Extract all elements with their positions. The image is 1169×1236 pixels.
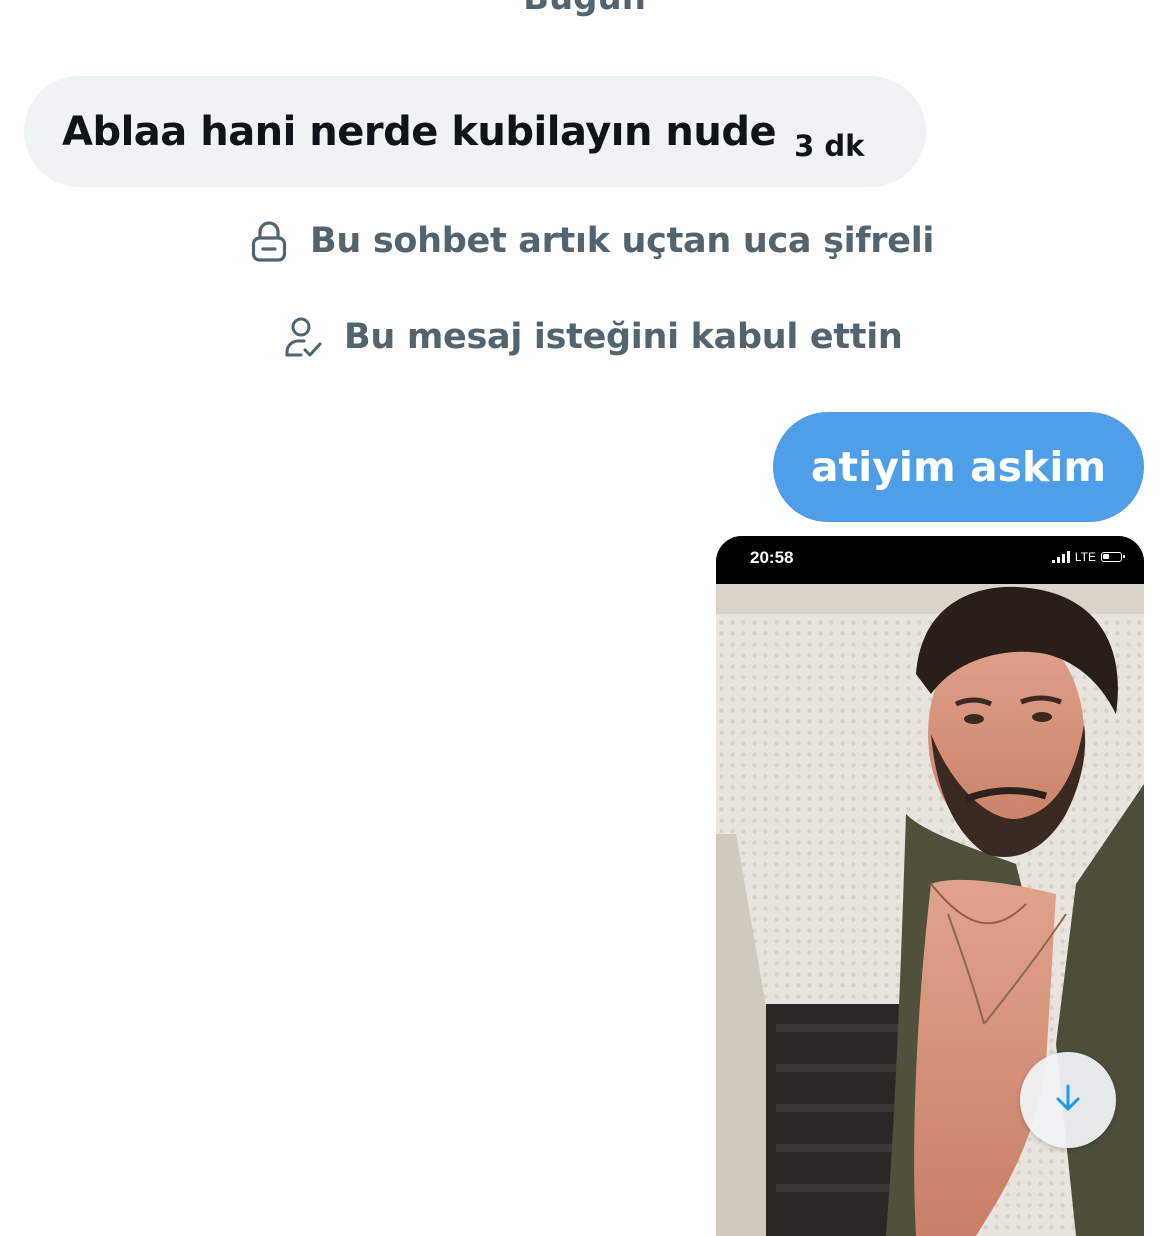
encryption-notice-text: Bu sohbet artık uçtan uca şifreli (310, 221, 935, 261)
lock-icon (250, 220, 288, 262)
date-separator: Bugün (0, 0, 1169, 18)
screenshot-status-bar: 20:58 LTE (716, 536, 1144, 584)
outgoing-message-text: atiyim askim (810, 443, 1107, 491)
scroll-to-bottom-button[interactable] (1020, 1052, 1116, 1148)
arrow-down-icon (1052, 1082, 1084, 1118)
user-check-icon (284, 316, 324, 358)
battery-icon (1101, 552, 1125, 562)
screenshot-status-time: 20:58 (750, 548, 794, 567)
screenshot-status-indicators: LTE (1051, 550, 1125, 564)
request-accepted-notice: Bu mesaj isteğini kabul ettin (284, 316, 903, 358)
incoming-message-bubble[interactable]: Ablaa hani nerde kubilayın nude 3 dk (24, 76, 926, 187)
incoming-message-time: 3 dk (794, 128, 865, 163)
signal-icon (1051, 551, 1070, 563)
network-label: LTE (1074, 550, 1096, 564)
encryption-notice: Bu sohbet artık uçtan uca şifreli (250, 220, 934, 262)
incoming-message-text: Ablaa hani nerde kubilayın nude (62, 108, 777, 155)
outgoing-message-bubble[interactable]: atiyim askim (773, 412, 1144, 522)
request-accepted-text: Bu mesaj isteğini kabul ettin (344, 317, 903, 357)
